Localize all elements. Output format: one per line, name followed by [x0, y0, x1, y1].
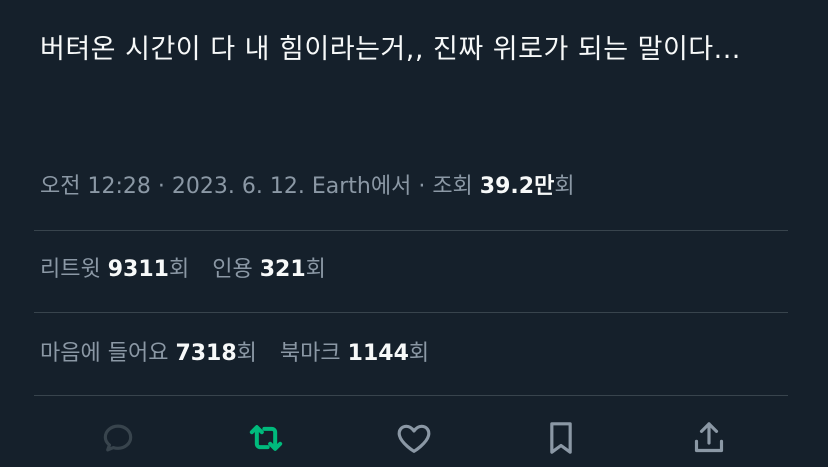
heart-icon [397, 424, 431, 453]
like-button[interactable] [394, 418, 434, 458]
views-suffix: 회 [554, 174, 575, 199]
bookmarks-stat[interactable]: 북마크 1144회 [280, 336, 429, 372]
tweet-time[interactable]: 오전 12:28 [40, 174, 151, 199]
retweet-button[interactable] [246, 418, 286, 458]
meta-separator: · [418, 174, 426, 199]
tweet-date[interactable]: 2023. 6. 12. [172, 174, 305, 199]
retweets-label: 리트윗 [40, 257, 101, 282]
divider [34, 230, 788, 231]
likes-label: 마음에 들어요 [40, 341, 169, 366]
retweets-stat[interactable]: 리트윗 9311회 [40, 252, 189, 288]
stats-row-engagement: 마음에 들어요 7318회 북마크 1144회 [40, 336, 445, 372]
retweets-suffix: 회 [168, 257, 190, 282]
views-label: 조회 [432, 174, 473, 199]
tweet-text: 버텨온 시간이 다 내 힘이라는거,, 진짜 위로가 되는 말이다... [40, 34, 741, 65]
meta-separator: · [157, 174, 165, 199]
divider [34, 312, 788, 313]
bookmark-button[interactable] [541, 418, 581, 458]
divider [34, 395, 788, 396]
quotes-stat[interactable]: 인용 321회 [212, 252, 326, 288]
share-icon [694, 422, 724, 453]
quotes-suffix: 회 [305, 257, 326, 282]
bookmarks-suffix: 회 [408, 341, 430, 366]
likes-count: 7318 [175, 341, 237, 366]
bookmarks-count: 1144 [347, 341, 409, 366]
likes-suffix: 회 [236, 341, 257, 366]
tweet-source: Earth에서 [311, 174, 412, 199]
retweets-count: 9311 [107, 257, 169, 282]
quotes-label: 인용 [212, 257, 253, 282]
share-button[interactable] [689, 418, 729, 458]
views-value: 39.2만 [479, 174, 555, 199]
reply-button[interactable] [98, 418, 138, 458]
quotes-count: 321 [259, 257, 306, 282]
retweet-icon [249, 425, 283, 451]
bookmark-icon [550, 422, 572, 454]
likes-stat[interactable]: 마음에 들어요 7318회 [40, 336, 257, 372]
tweet-meta: 오전 12:28 · 2023. 6. 12. Earth에서 · 조회 39.… [40, 169, 575, 205]
bookmarks-label: 북마크 [279, 341, 341, 366]
stats-row-shares: 리트윗 9311회 인용 321회 [40, 252, 342, 288]
reply-icon [103, 424, 133, 452]
